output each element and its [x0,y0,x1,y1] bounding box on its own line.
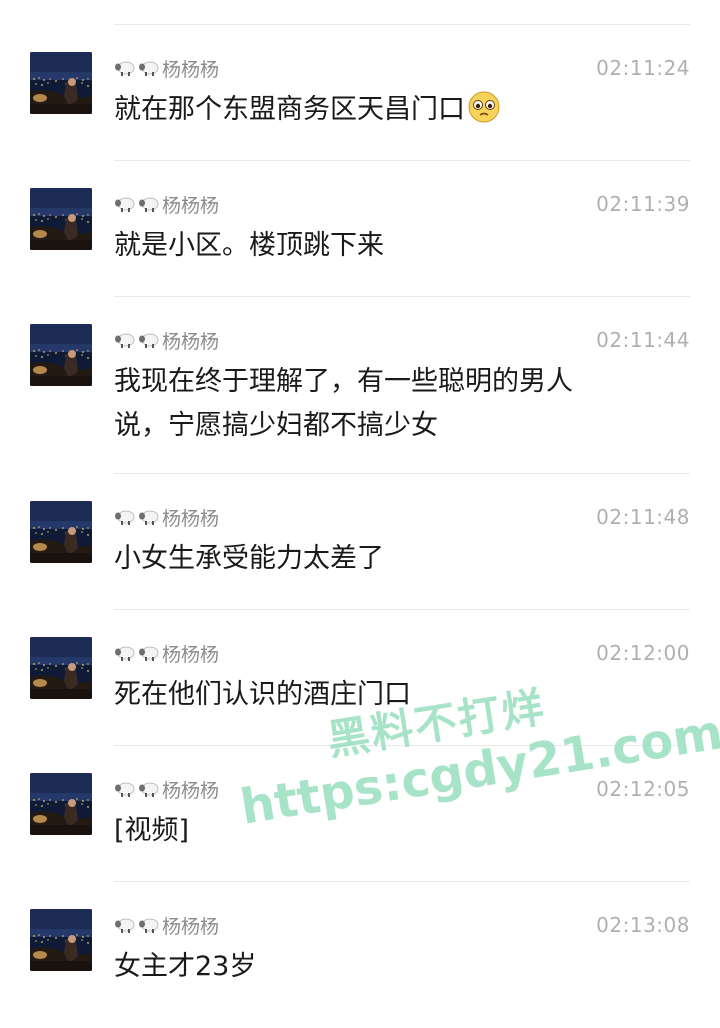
sheep-icon [114,508,136,526]
avatar[interactable] [30,909,92,971]
message-time: 02:12:00 [596,641,690,665]
sender-name-text: 杨杨杨 [162,915,220,938]
avatar-photo [30,909,92,971]
sheep-icon [138,644,160,662]
divider [114,881,690,882]
sender-name-text: 杨杨杨 [162,330,220,353]
video-message-link[interactable]: [视频] [114,809,674,853]
divider [114,296,690,297]
sheep-icon [114,644,136,662]
divider [114,745,690,746]
message-time: 02:11:44 [596,328,690,352]
message-time: 02:13:08 [596,913,690,937]
sender-name: 杨杨杨 [114,54,219,82]
sender-name: 杨杨杨 [114,190,219,218]
message-time: 02:12:05 [596,777,690,801]
avatar-photo [30,773,92,835]
sender-name-text: 杨杨杨 [162,779,220,802]
avatar[interactable] [30,324,92,386]
message-text[interactable]: 女主才23岁 [114,945,674,989]
divider [114,609,690,610]
message-text-line: 说，宁愿搞少妇都不搞少女 [114,410,438,441]
sheep-icon [138,59,160,77]
avatar-photo [30,501,92,563]
sender-name-text: 杨杨杨 [162,58,220,81]
message-text-line: 我现在终于理解了，有一些聪明的男人 [114,366,573,397]
chat-history-page: 杨杨杨 02:11:24 就在那个东盟商务区天昌门口 杨杨杨 02:11:39 … [0,0,720,1028]
message-text[interactable]: 死在他们认识的酒庄门口 [114,673,674,717]
sheep-icon [114,331,136,349]
sender-name-text: 杨杨杨 [162,194,220,217]
sheep-icon [138,780,160,798]
avatar-photo [30,637,92,699]
message-time: 02:11:24 [596,56,690,80]
message-text[interactable]: 就在那个东盟商务区天昌门口 [114,88,674,132]
sheep-icon [114,59,136,77]
sheep-icon [114,780,136,798]
divider [114,473,690,474]
sheep-icon [114,916,136,934]
avatar[interactable] [30,188,92,250]
avatar[interactable] [30,52,92,114]
message-time: 02:11:48 [596,505,690,529]
avatar[interactable] [30,501,92,563]
sheep-icon [138,508,160,526]
sender-name: 杨杨杨 [114,639,219,667]
sheep-icon [138,331,160,349]
sheep-icon [138,195,160,213]
sheep-icon [138,916,160,934]
avatar[interactable] [30,637,92,699]
avatar-photo [30,188,92,250]
message-text[interactable]: 我现在终于理解了，有一些聪明的男人 说，宁愿搞少妇都不搞少女 [114,360,674,448]
divider [114,24,690,25]
message-text-content: 就在那个东盟商务区天昌门口 [114,94,465,125]
message-time: 02:11:39 [596,192,690,216]
message-text[interactable]: 小女生承受能力太差了 [114,537,674,581]
sender-name-text: 杨杨杨 [162,507,220,530]
sender-name: 杨杨杨 [114,775,219,803]
pleading-face-icon [467,90,501,124]
sheep-icon [114,195,136,213]
message-text[interactable]: 就是小区。楼顶跳下来 [114,224,674,268]
avatar-photo [30,52,92,114]
sender-name: 杨杨杨 [114,326,219,354]
sender-name-text: 杨杨杨 [162,643,220,666]
avatar-photo [30,324,92,386]
avatar[interactable] [30,773,92,835]
divider [114,160,690,161]
sender-name: 杨杨杨 [114,911,219,939]
sender-name: 杨杨杨 [114,503,219,531]
